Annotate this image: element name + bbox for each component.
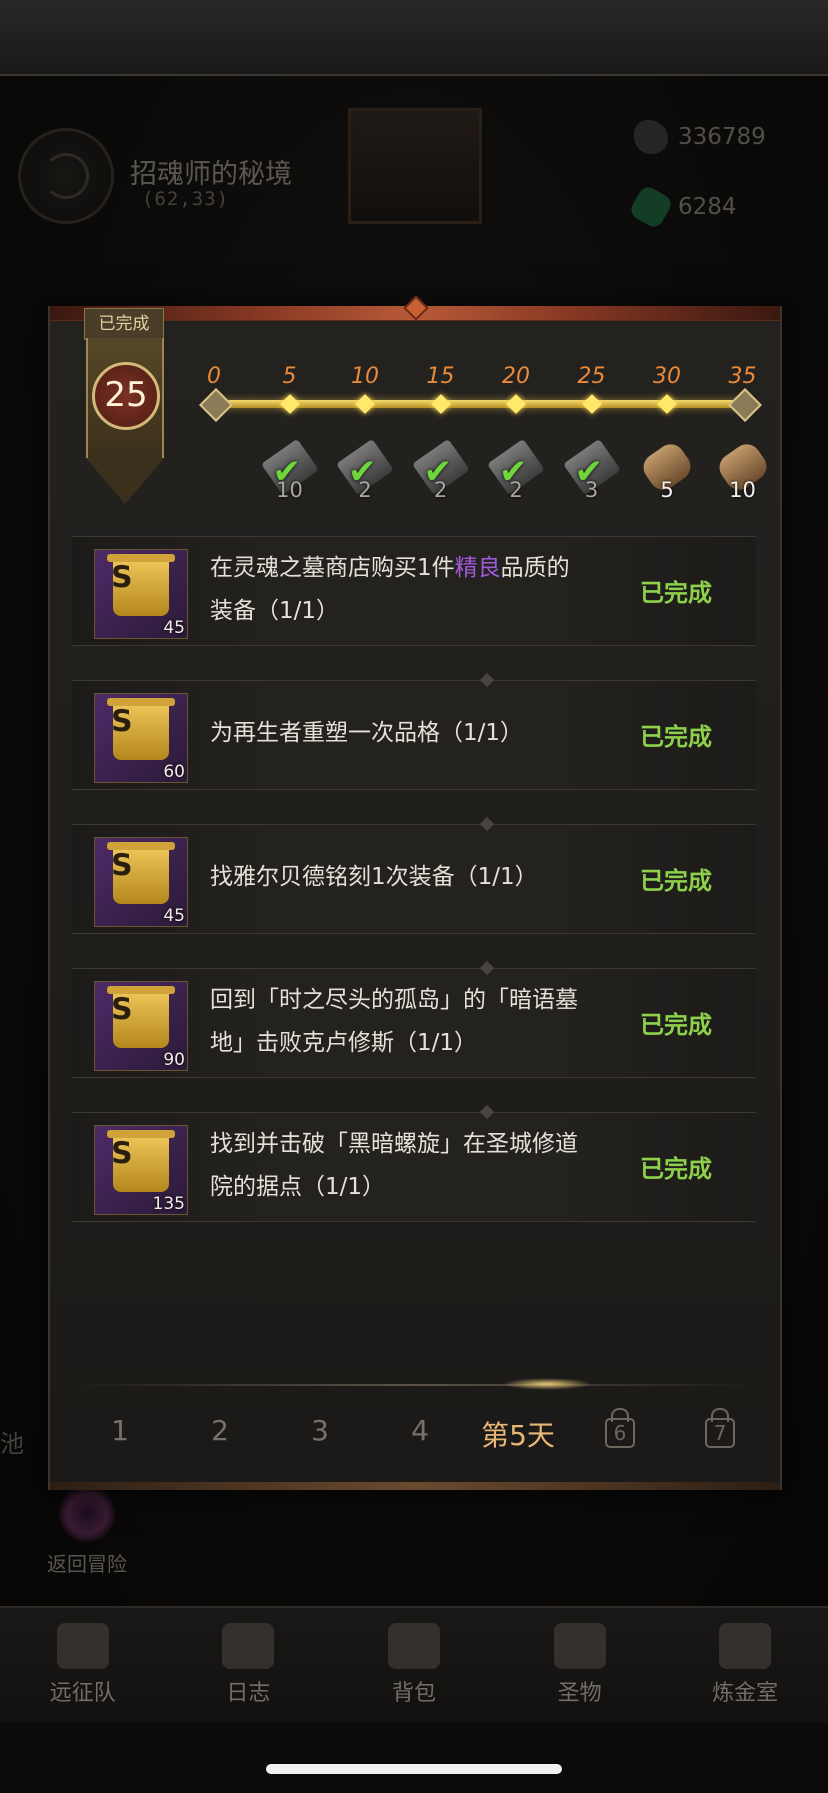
milestone-label: 30: [653, 364, 681, 389]
task-banner-icon: ꓢ 90: [94, 981, 188, 1071]
score-banner: 已完成 25: [84, 308, 164, 504]
milestone-label: 25: [577, 364, 606, 389]
helmet-icon: [56, 1623, 109, 1669]
dialog-bottom-ornament: [50, 1482, 780, 1490]
nav-journal-label: 日志: [226, 1681, 271, 1706]
reward-count: 3: [584, 478, 599, 502]
lock-icon: 6: [605, 1408, 635, 1448]
milestone-marker: [657, 394, 677, 414]
nav-journal[interactable]: 日志: [166, 1608, 332, 1722]
milestone-reward[interactable]: ✔ 3: [562, 438, 621, 502]
tab-day-3[interactable]: 3: [272, 1414, 368, 1447]
task-description: 找雅尔贝德铭刻1次装备（1/1）: [210, 864, 538, 890]
task-points: 45: [163, 618, 185, 638]
tab-day-7[interactable]: 7: [672, 1408, 768, 1448]
top-status-bar: [0, 0, 828, 76]
task-status: 已完成: [640, 867, 712, 895]
task-status: 已完成: [640, 579, 712, 607]
milestone-track: 0 5 ✔ 10 10 ✔ 2 15 ✔ 2 20 ✔ 2 25 ✔ 3 30 5 35 10: [190, 360, 772, 510]
milestone-marker: [279, 394, 300, 414]
milestone-marker: [355, 394, 375, 414]
milestone-reward[interactable]: ✔ 2: [411, 438, 470, 502]
milestone-label: 0: [207, 364, 221, 389]
task-banner-icon: ꓢ 135: [94, 1125, 188, 1215]
milestone-reward[interactable]: ✔ 2: [336, 438, 394, 502]
task-status: 已完成: [640, 723, 712, 751]
nav-expedition[interactable]: 远征队: [0, 1608, 166, 1722]
reward-count: 2: [433, 478, 448, 502]
milestone-label: 35: [728, 364, 757, 389]
relic-icon: [553, 1623, 606, 1669]
milestone-label: 5: [282, 364, 297, 389]
task-status: 已完成: [640, 1011, 712, 1039]
task-points: 45: [163, 906, 185, 926]
milestone-reward[interactable]: 10: [713, 438, 772, 502]
quality-highlight: 精良: [454, 555, 501, 581]
tab-day-1[interactable]: 1: [72, 1414, 168, 1447]
tab-day-4[interactable]: 4: [372, 1414, 468, 1447]
banner-tail: [86, 458, 164, 504]
milestone-label: 20: [502, 364, 530, 389]
lock-icon: 7: [705, 1408, 735, 1448]
bottom-nav: 远征队 日志 背包 圣物 炼金室: [0, 1606, 828, 1722]
milestone-label: 15: [426, 364, 455, 389]
home-indicator[interactable]: [266, 1764, 562, 1774]
reward-count: 5: [660, 478, 674, 502]
task-description: 回到「时之尽头的孤岛」的「暗语墓地」击败克卢修斯（1/1）: [210, 987, 578, 1056]
nav-relic-label: 圣物: [557, 1681, 602, 1706]
task-description: 找到并击破「黑暗螺旋」在圣城修道院的据点（1/1）: [210, 1131, 578, 1200]
task-banner-icon: ꓢ 45: [94, 837, 188, 927]
task-status: 已完成: [640, 1155, 712, 1183]
nav-alchemy[interactable]: 炼金室: [662, 1608, 828, 1722]
task-points: 90: [163, 1050, 185, 1070]
milestone-marker: [727, 388, 762, 422]
journal-icon: [222, 1623, 275, 1669]
alchemy-icon: [719, 1623, 772, 1669]
nav-backpack-label: 背包: [391, 1681, 436, 1706]
task-row: ꓢ 45 找雅尔贝德铭刻1次装备（1/1） 已完成: [72, 816, 756, 934]
reward-count: 10: [729, 478, 756, 502]
milestone-reward[interactable]: ✔ 2: [487, 438, 545, 502]
nav-relic[interactable]: 圣物: [497, 1608, 663, 1722]
task-points: 60: [163, 762, 185, 782]
tab-day-2[interactable]: 2: [172, 1414, 268, 1447]
milestone-marker: [199, 388, 233, 422]
task-banner-icon: ꓢ 45: [94, 549, 188, 639]
milestone-marker: [581, 394, 602, 414]
score-value: 25: [92, 362, 160, 430]
tab-day-5[interactable]: 第5天: [470, 1414, 566, 1454]
nav-alchemy-label: 炼金室: [712, 1681, 779, 1706]
milestone-marker: [430, 394, 451, 414]
task-banner-icon: ꓢ 60: [94, 693, 188, 783]
task-points: 135: [152, 1194, 185, 1214]
reward-count: 10: [276, 478, 303, 502]
task-row: ꓢ 135 找到并击破「黑暗螺旋」在圣城修道院的据点（1/1） 已完成: [72, 1104, 756, 1222]
task-row: ꓢ 45 在灵魂之墓商店购买1件精良品质的装备（1/1） 已完成: [72, 536, 756, 646]
milestone-reward[interactable]: 5: [638, 438, 696, 502]
task-row: ꓢ 90 回到「时之尽头的孤岛」的「暗语墓地」击败克卢修斯（1/1） 已完成: [72, 960, 756, 1078]
backpack-icon: [387, 1623, 440, 1669]
nav-backpack[interactable]: 背包: [331, 1608, 497, 1722]
day-tabs: 1 2 3 4 第5天 6 7: [72, 1378, 756, 1474]
milestone-reward[interactable]: ✔ 10: [260, 438, 319, 502]
milestone-marker: [506, 394, 526, 414]
nav-expedition-label: 远征队: [49, 1681, 116, 1706]
task-description: 在灵魂之墓商店购买1件精良品质的装备（1/1）: [210, 555, 570, 624]
milestone-label: 10: [351, 364, 379, 389]
task-row: ꓢ 60 为再生者重塑一次品格（1/1） 已完成: [72, 672, 756, 790]
tab-day-6[interactable]: 6: [572, 1408, 668, 1448]
banner-status-label: 已完成: [84, 308, 164, 340]
reward-count: 2: [509, 478, 523, 502]
reward-count: 2: [358, 478, 372, 502]
task-description: 为再生者重塑一次品格（1/1）: [210, 720, 524, 746]
